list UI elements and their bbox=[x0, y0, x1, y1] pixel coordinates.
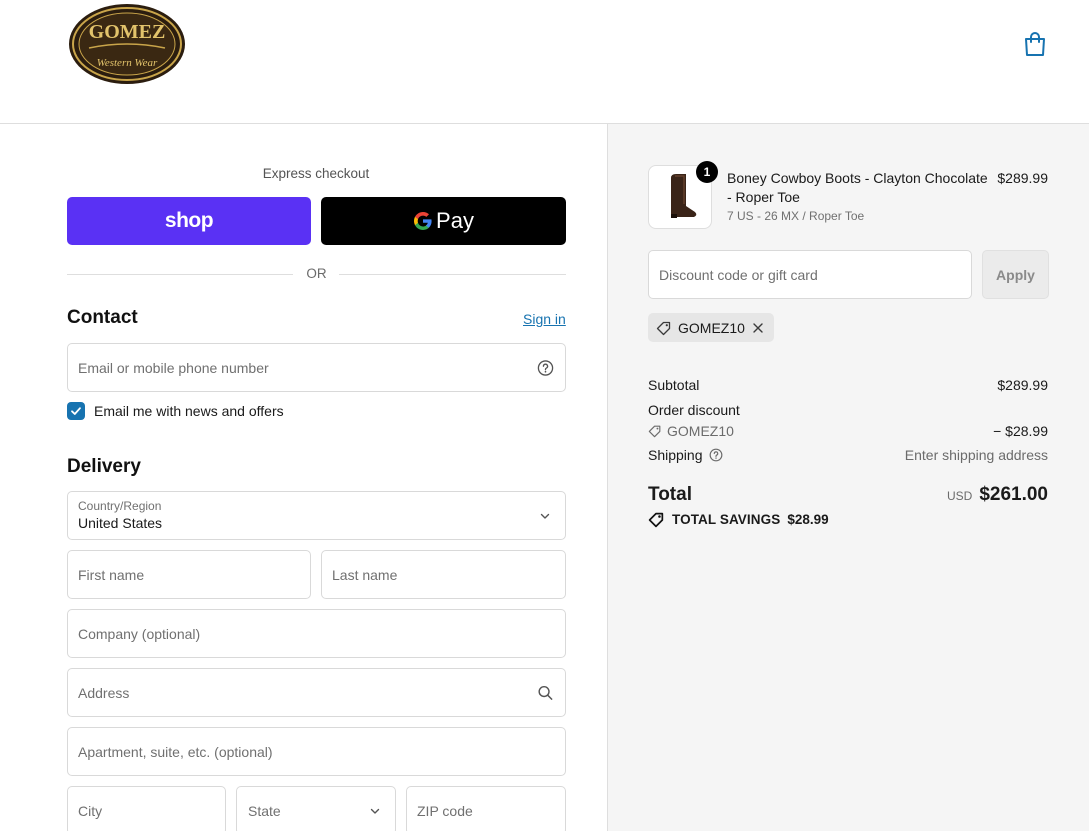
product-price: $289.99 bbox=[997, 170, 1048, 186]
country-select-value: United States bbox=[78, 515, 163, 531]
checkmark-icon bbox=[71, 407, 81, 415]
total-savings-value: $28.99 bbox=[787, 512, 829, 527]
google-pay-label: Pay bbox=[436, 208, 474, 233]
product-variant: 7 US - 26 MX / Roper Toe bbox=[727, 209, 865, 223]
express-checkout-label: Express checkout bbox=[262, 166, 370, 181]
last-name-field[interactable] bbox=[322, 551, 565, 598]
tag-icon bbox=[648, 512, 664, 528]
google-pay-button[interactable]: Pay bbox=[321, 197, 566, 245]
help-icon[interactable] bbox=[709, 448, 723, 462]
total-currency: USD bbox=[946, 489, 973, 503]
first-name-wrapper bbox=[67, 550, 311, 599]
applied-discount-chip: GOMEZ10 bbox=[648, 313, 774, 342]
chevron-down-icon bbox=[540, 513, 550, 519]
address-field[interactable] bbox=[68, 669, 565, 716]
total-amount: $261.00 bbox=[979, 484, 1048, 505]
google-g-icon bbox=[414, 212, 432, 230]
subtotal-value: $289.99 bbox=[997, 377, 1048, 393]
total-savings-row: TOTAL SAVINGS $28.99 bbox=[648, 511, 829, 528]
shipping-value: Enter shipping address bbox=[904, 447, 1048, 463]
discount-wrapper bbox=[648, 250, 972, 299]
site-header: GOMEZ Western Wear bbox=[0, 0, 1089, 124]
apply-discount-button[interactable]: Apply bbox=[982, 250, 1049, 299]
email-field-wrapper bbox=[67, 343, 566, 392]
shipping-label: Shipping bbox=[648, 447, 703, 463]
state-select-label: State bbox=[248, 802, 281, 819]
subtotal-label: Subtotal bbox=[648, 377, 700, 393]
city-field[interactable] bbox=[68, 787, 225, 831]
apartment-wrapper bbox=[67, 727, 566, 776]
total-value-row: USD $261.00 bbox=[947, 484, 1048, 506]
shop-pay-label: shop bbox=[164, 209, 214, 232]
tag-icon bbox=[648, 425, 661, 438]
city-wrapper bbox=[67, 786, 226, 831]
total-savings-label: TOTAL SAVINGS bbox=[672, 512, 781, 527]
store-logo[interactable]: GOMEZ Western Wear bbox=[67, 2, 187, 86]
order-summary: 1 Boney Cowboy Boots - Clayton Chocolate… bbox=[607, 124, 1089, 831]
shopping-bag-icon[interactable] bbox=[1022, 30, 1048, 58]
delivery-heading: Delivery bbox=[67, 456, 141, 477]
order-discount-label: Order discount bbox=[648, 402, 740, 418]
order-discount-value: − $28.99 bbox=[993, 423, 1048, 439]
zip-field[interactable] bbox=[407, 787, 565, 831]
shipping-label-row: Shipping bbox=[648, 447, 723, 463]
shop-pay-button[interactable]: shop bbox=[67, 197, 311, 245]
total-label: Total bbox=[648, 484, 692, 505]
or-label: OR bbox=[306, 266, 327, 281]
zip-wrapper bbox=[406, 786, 566, 831]
newsletter-checkbox[interactable] bbox=[67, 402, 85, 420]
state-select[interactable]: State bbox=[236, 786, 396, 831]
first-name-field[interactable] bbox=[68, 551, 310, 598]
contact-heading: Contact bbox=[67, 307, 138, 328]
order-discount-code-row: GOMEZ10 bbox=[648, 423, 734, 439]
search-icon bbox=[538, 685, 553, 700]
chevron-down-icon bbox=[370, 808, 380, 814]
quantity-badge: 1 bbox=[696, 161, 718, 183]
country-select[interactable]: Country/Region United States bbox=[67, 491, 566, 540]
newsletter-label: Email me with news and offers bbox=[94, 403, 284, 419]
address-wrapper bbox=[67, 668, 566, 717]
email-field[interactable] bbox=[68, 344, 565, 391]
company-wrapper bbox=[67, 609, 566, 658]
newsletter-row: Email me with news and offers bbox=[67, 402, 284, 420]
product-name: Boney Cowboy Boots - Clayton Chocolate -… bbox=[727, 170, 988, 205]
logo-text-bottom: Western Wear bbox=[97, 57, 158, 69]
order-discount-code: GOMEZ10 bbox=[667, 423, 734, 439]
apartment-field[interactable] bbox=[68, 728, 565, 775]
company-field[interactable] bbox=[68, 610, 565, 657]
tag-icon bbox=[656, 321, 671, 335]
help-icon[interactable] bbox=[537, 359, 554, 376]
sign-in-link[interactable]: Sign in bbox=[523, 311, 566, 327]
last-name-wrapper bbox=[321, 550, 566, 599]
country-select-label: Country/Region bbox=[78, 499, 162, 513]
or-divider: OR bbox=[67, 266, 566, 282]
discount-code-field[interactable] bbox=[649, 251, 971, 298]
close-icon[interactable] bbox=[751, 321, 765, 335]
logo-text-top: GOMEZ bbox=[89, 21, 166, 43]
checkout-form: Express checkout shop Pay OR Contact Sig… bbox=[0, 124, 607, 831]
applied-discount-code: GOMEZ10 bbox=[678, 319, 745, 336]
